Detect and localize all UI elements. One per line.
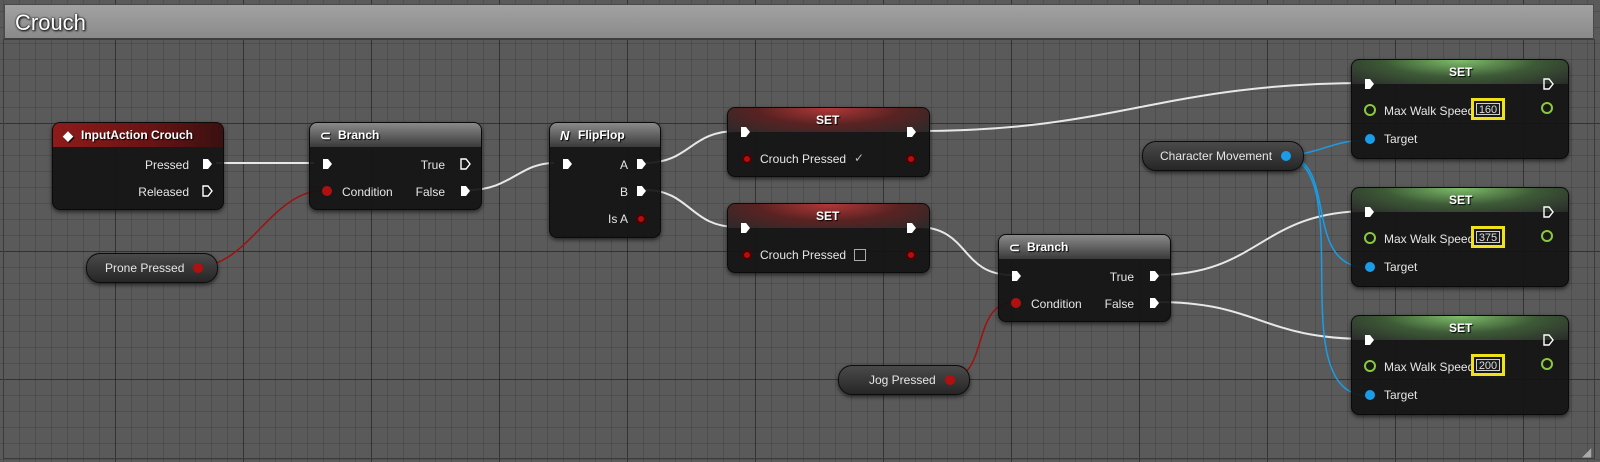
character-movement-variable[interactable]: Character Movement [1142, 141, 1304, 171]
is-a-pin[interactable] [636, 214, 646, 224]
variable-label: Character Movement [1160, 149, 1273, 163]
branch-node-2[interactable]: ⊂ Branch Condition True False [998, 234, 1171, 322]
node-title: SET [1449, 193, 1473, 207]
jog-pressed-variable[interactable]: Jog Pressed [838, 365, 970, 395]
target-pin[interactable] [1365, 134, 1375, 144]
max-walk-speed-label: Max Walk Speed [1384, 104, 1475, 118]
max-walk-speed-input[interactable]: 200 [1476, 359, 1500, 372]
float-output-pin[interactable] [1541, 230, 1553, 242]
blueprint-graph-canvas[interactable]: Crouch ◢ ◆ InputAction Crouch Pressed Re… [0, 0, 1600, 462]
exec-input-pin[interactable] [322, 158, 333, 170]
exec-input-pin[interactable] [1011, 270, 1022, 282]
true-label: True [420, 158, 445, 172]
pressed-label: Pressed [144, 158, 189, 172]
false-exec-pin[interactable] [1149, 297, 1160, 309]
variable-label: Prone Pressed [105, 261, 185, 275]
set-crouch-pressed-true-node[interactable]: SET Crouch Pressed ✓ [727, 107, 930, 177]
node-title: InputAction Crouch [81, 128, 193, 142]
target-label: Target [1384, 388, 1418, 402]
crouch-pressed-output-pin[interactable] [906, 154, 916, 164]
condition-label: Condition [342, 185, 393, 199]
variable-label: Jog Pressed [869, 373, 936, 387]
crouch-pressed-input-pin[interactable] [742, 154, 752, 164]
exec-input-pin[interactable] [740, 126, 751, 138]
b-exec-pin[interactable] [636, 185, 647, 197]
float-input-pin[interactable] [1364, 104, 1376, 116]
true-label: True [1109, 270, 1134, 284]
is-a-label: Is A [607, 212, 628, 226]
set-max-walk-speed-node-3[interactable]: SET Max Walk Speed 200 Target [1351, 315, 1569, 415]
exec-output-pin[interactable] [1543, 206, 1554, 218]
exec-input-pin[interactable] [1364, 78, 1375, 90]
max-walk-speed-label: Max Walk Speed [1384, 360, 1475, 374]
target-pin[interactable] [1365, 390, 1375, 400]
target-label: Target [1384, 132, 1418, 146]
set-max-walk-speed-node-2[interactable]: SET Max Walk Speed 375 Target [1351, 187, 1569, 287]
node-title: SET [816, 209, 840, 223]
exec-wire [1155, 301, 1370, 340]
node-title: Branch [338, 128, 380, 142]
node-title: SET [816, 113, 840, 127]
float-input-pin[interactable] [1364, 360, 1376, 372]
node-title: SET [1449, 321, 1473, 335]
exec-output-pin[interactable] [1543, 78, 1554, 90]
exec-input-pin[interactable] [1364, 206, 1375, 218]
released-exec-pin[interactable] [202, 185, 213, 197]
false-label: False [415, 185, 445, 199]
set-crouch-pressed-false-node[interactable]: SET Crouch Pressed [727, 203, 930, 273]
branch-node-1[interactable]: ⊂ Branch Condition True False [309, 122, 482, 210]
bool-output-pin[interactable] [945, 375, 955, 385]
exec-output-pin[interactable] [906, 222, 917, 234]
object-output-pin[interactable] [1281, 151, 1291, 161]
target-label: Target [1384, 260, 1418, 274]
value-highlight: 160 [1471, 98, 1505, 120]
condition-pin[interactable] [322, 186, 332, 196]
node-title: SET [1449, 65, 1473, 79]
condition-label: Condition [1031, 297, 1082, 311]
max-walk-speed-input[interactable]: 375 [1476, 231, 1500, 244]
target-pin[interactable] [1365, 262, 1375, 272]
flipflop-node[interactable]: N FlipFlop A B Is A [549, 122, 661, 238]
true-exec-pin[interactable] [460, 158, 471, 170]
exec-output-pin[interactable] [1543, 334, 1554, 346]
a-label: A [619, 158, 628, 172]
exec-output-pin[interactable] [906, 126, 917, 138]
float-output-pin[interactable] [1541, 102, 1553, 114]
a-exec-pin[interactable] [636, 158, 647, 170]
exec-wire [916, 82, 1370, 132]
exec-input-pin[interactable] [1364, 334, 1375, 346]
value-highlight: 375 [1471, 226, 1505, 248]
bool-output-pin[interactable] [193, 263, 203, 273]
crouch-pressed-output-pin[interactable] [906, 250, 916, 260]
condition-pin[interactable] [1011, 298, 1021, 308]
false-exec-pin[interactable] [460, 185, 471, 197]
value-highlight: 200 [1471, 354, 1505, 376]
checkbox-checked-icon[interactable]: ✓ [854, 151, 864, 165]
branch-icon: ⊂ [1009, 240, 1020, 255]
prone-pressed-variable[interactable]: Prone Pressed [86, 253, 218, 283]
b-label: B [619, 185, 628, 199]
node-title: Branch [1027, 240, 1069, 254]
max-walk-speed-input[interactable]: 160 [1476, 103, 1500, 116]
set-max-walk-speed-node-1[interactable]: SET Max Walk Speed 160 Target [1351, 59, 1569, 159]
float-output-pin[interactable] [1541, 358, 1553, 370]
checkbox-unchecked[interactable] [854, 249, 866, 261]
input-action-crouch-node[interactable]: ◆ InputAction Crouch Pressed Released [52, 122, 224, 210]
flipflop-icon: N [560, 128, 570, 143]
input-action-icon: ◆ [63, 128, 73, 143]
exec-wire [1155, 210, 1370, 276]
branch-icon: ⊂ [320, 128, 331, 143]
exec-input-pin[interactable] [740, 222, 751, 234]
variable-label: Crouch Pressed [760, 248, 847, 262]
crouch-pressed-input-pin[interactable] [742, 250, 752, 260]
exec-input-pin[interactable] [562, 158, 573, 170]
max-walk-speed-label: Max Walk Speed [1384, 232, 1475, 246]
pressed-exec-pin[interactable] [202, 158, 213, 170]
true-exec-pin[interactable] [1149, 270, 1160, 282]
false-label: False [1104, 297, 1134, 311]
node-title: FlipFlop [578, 128, 625, 142]
float-input-pin[interactable] [1364, 232, 1376, 244]
variable-label: Crouch Pressed [760, 152, 847, 166]
released-label: Released [138, 185, 189, 199]
